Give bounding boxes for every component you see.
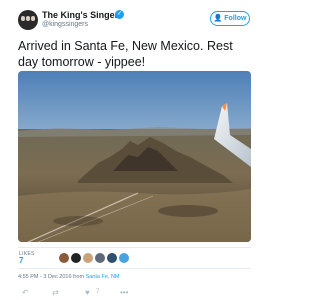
tweet-photo[interactable] (18, 71, 251, 242)
like-action-count: 7 (96, 289, 100, 295)
liker-avatar[interactable] (71, 253, 81, 263)
liker-avatar[interactable] (59, 253, 69, 263)
liker-avatar[interactable] (119, 253, 129, 263)
more-icon[interactable]: ••• (120, 288, 128, 297)
follow-button[interactable]: 👤 Follow (210, 11, 250, 26)
verified-badge-icon: ✓ (115, 10, 124, 19)
likes-count[interactable]: 7 (19, 256, 23, 265)
retweet-icon[interactable]: ⇄ (52, 288, 59, 297)
liker-avatar[interactable] (107, 253, 117, 263)
liker-avatar[interactable] (95, 253, 105, 263)
tweet-card: The King's Singers ✓ @kingssingers 👤 Foll… (0, 0, 267, 300)
landscape-photo (18, 71, 251, 242)
tweet-text: Arrived in Santa Fe, New Mexico. Rest da… (18, 39, 233, 69)
divider (18, 247, 251, 248)
liker-avatar[interactable] (83, 253, 93, 263)
avatar[interactable] (18, 10, 38, 30)
avatar-face (26, 16, 30, 21)
heart-icon[interactable]: ♥ (85, 288, 90, 297)
avatar-face (31, 16, 35, 21)
follow-label: Follow (224, 15, 247, 22)
divider (18, 268, 251, 269)
tweet-timestamp[interactable]: 4:55 PM - 3 Dec 2016 from (18, 274, 84, 280)
handle[interactable]: @kingssingers (42, 20, 88, 29)
tweet-location[interactable]: Santa Fe, NM (86, 274, 120, 280)
tweet-meta: 4:55 PM - 3 Dec 2016 from Santa Fe, NM (18, 274, 120, 281)
avatar-face (21, 16, 25, 21)
reply-icon[interactable]: ↶ (22, 288, 29, 297)
add-user-icon: 👤 (213, 15, 223, 22)
